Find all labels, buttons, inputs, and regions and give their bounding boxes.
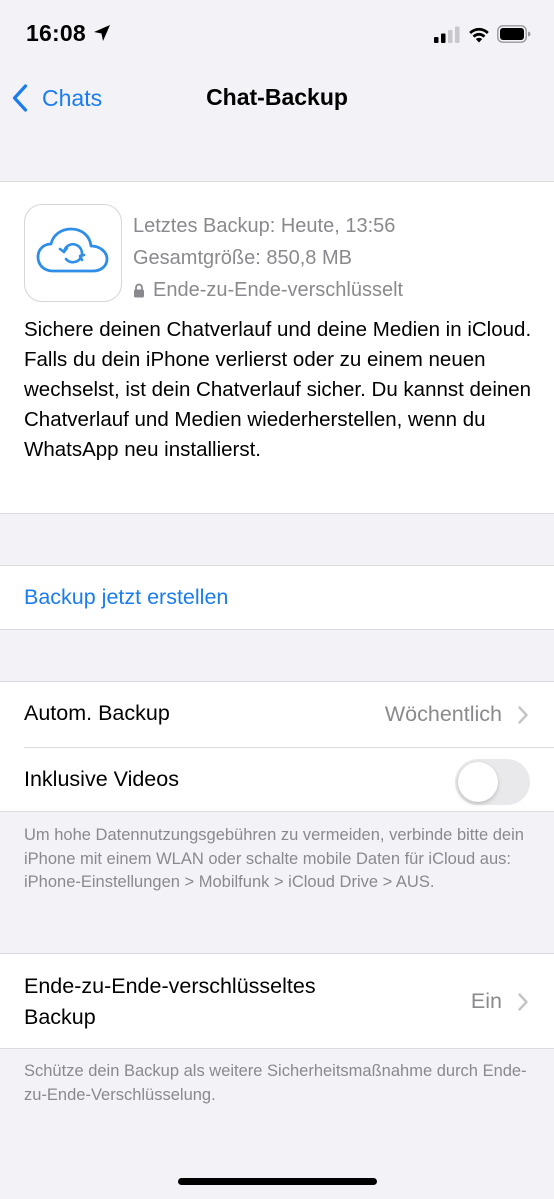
- home-indicator[interactable]: [178, 1178, 377, 1185]
- total-size-text: Gesamtgröße: 850,8 MB: [133, 247, 352, 269]
- backup-now-button[interactable]: Backup jetzt erstellen: [24, 585, 228, 610]
- include-videos-toggle[interactable]: [455, 759, 530, 805]
- wifi-icon: [469, 27, 489, 43]
- battery-icon: [497, 25, 531, 43]
- page-title: Chat-Backup: [206, 84, 348, 110]
- status-bar: 16:08: [0, 0, 554, 70]
- lock-icon: [134, 283, 144, 297]
- encryption-row: Ende-zu-Ende-verschlüsselt: [133, 274, 403, 306]
- e2e-note: Schütze dein Backup als weitere Sicherhe…: [24, 1062, 527, 1104]
- auto-backup-row[interactable]: Autom. Backup Wöchentlich: [0, 682, 554, 746]
- backup-meta: Letztes Backup: Heute, 13:56 Gesamtgröße…: [133, 210, 403, 306]
- nav-bar: Chats Chat-Backup: [0, 70, 554, 126]
- e2e-backup-value: Ein: [470, 989, 502, 1013]
- status-time: 16:08: [26, 20, 86, 46]
- backup-info-card: Letztes Backup: Heute, 13:56 Gesamtgröße…: [0, 181, 554, 514]
- last-backup-text: Letztes Backup: Heute, 13:56: [133, 215, 396, 237]
- chevron-right-icon: [518, 706, 528, 724]
- location-arrow-icon: [94, 25, 110, 41]
- include-videos-row: Inklusive Videos: [0, 748, 554, 812]
- include-videos-label: Inklusive Videos: [24, 767, 179, 791]
- encryption-text: Ende-zu-Ende-verschlüsselt: [153, 279, 404, 301]
- e2e-backup-row[interactable]: Ende-zu-Ende-verschlüsseltes Backup Ein: [0, 953, 554, 1049]
- data-usage-note: Um hohe Datennutzungsgebühren zu vermeid…: [24, 826, 524, 891]
- backup-description: Sichere deinen Chatverlauf und deine Med…: [24, 318, 532, 461]
- e2e-backup-label: Ende-zu-Ende-verschlüsseltes Backup: [24, 974, 316, 1029]
- icloud-sync-icon: [36, 227, 109, 273]
- backup-settings-card: Autom. Backup Wöchentlich Inklusive Vide…: [0, 681, 554, 812]
- backup-action-card: Backup jetzt erstellen: [0, 565, 554, 630]
- auto-backup-value: Wöchentlich: [384, 702, 502, 726]
- icloud-icon-tile: [24, 204, 122, 302]
- auto-backup-label: Autom. Backup: [24, 701, 170, 725]
- toggle-knob: [458, 762, 498, 802]
- chevron-right-icon: [518, 993, 528, 1011]
- signal-icon: [434, 26, 460, 43]
